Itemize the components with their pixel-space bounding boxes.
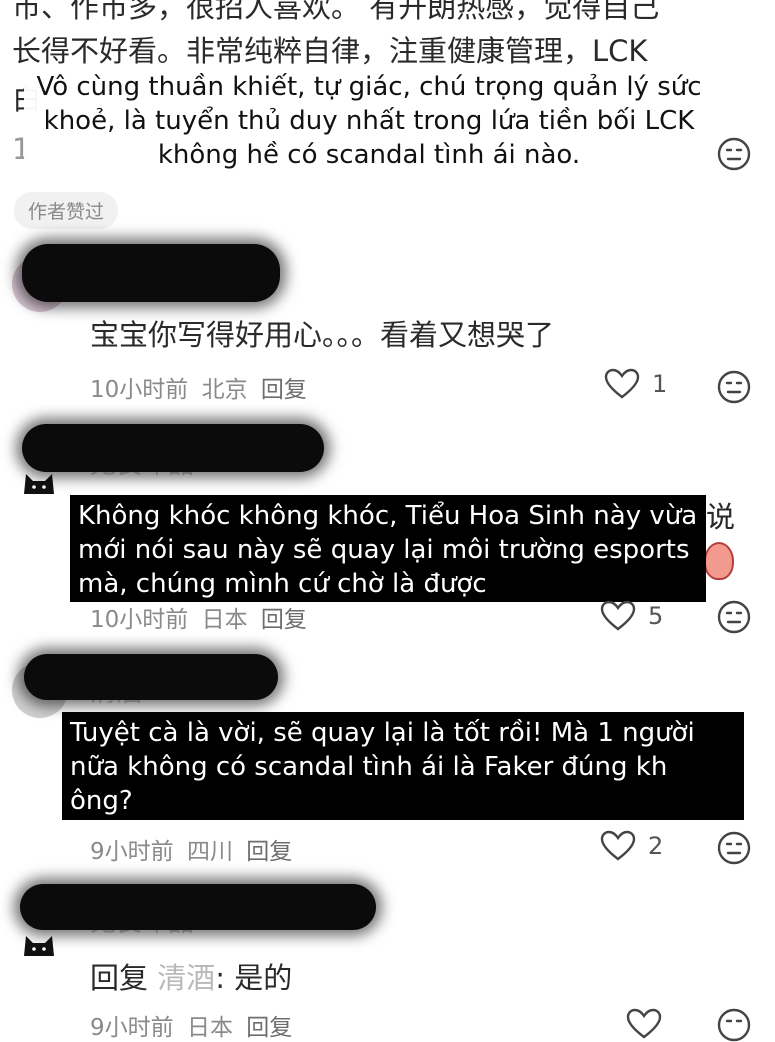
heart-outline-icon [600,600,636,631]
reply-button[interactable]: 回复 [246,1015,292,1041]
post-text-line-1: 市、作市多，很招人喜欢。 有开朗热感，觉得自己 [12,0,660,24]
comment-time: 10小时前 [90,377,189,403]
comment-text: 宝宝你写得好用心。。。看着又想哭了 [90,318,555,352]
comment-meta: 9小时前 日本 回复 [90,1008,298,1042]
redaction-smudge [22,244,280,302]
reply-button[interactable]: 回复 [261,607,307,633]
comment-time: 9小时前 [90,839,174,865]
comment-text: : 是的 [215,961,293,995]
cat-avatar-icon[interactable] [22,470,56,496]
translation-overlay-post: Vô cùng thuần khiết, tự giác, chú trọng … [24,70,714,174]
translation-overlay-comment: Tuyệt cà là vời, sẽ quay lại là tốt rồi!… [62,712,744,820]
redaction-smudge [22,424,324,472]
author-liked-badge: 作者赞过 [14,192,119,229]
redaction-smudge [20,884,376,930]
comment-text-tail: 说 [706,500,736,534]
like-count: 1 [652,370,668,398]
comment-meta: 10小时前 北京 回复 [90,370,313,404]
sticker-icon [704,542,734,580]
reply-line: 回复 清酒: 是的 [90,955,292,997]
like-button[interactable]: 1 [604,368,667,400]
redaction-smudge [24,654,278,700]
comment-location: 四川 [186,839,233,865]
like-button[interactable]: 2 [600,830,663,862]
dislike-face-icon[interactable] [717,600,751,634]
dislike-face-icon[interactable] [717,137,751,171]
comment-location: 日本 [201,607,248,633]
heart-outline-icon [600,830,636,861]
reply-button[interactable]: 回复 [246,839,292,865]
like-count: 5 [648,602,664,630]
like-count: 2 [648,832,664,860]
comment-time: 9小时前 [90,1015,174,1041]
heart-outline-icon[interactable] [626,1008,662,1040]
dislike-face-icon[interactable] [717,831,751,865]
comment-location: 日本 [186,1015,233,1041]
dislike-face-icon[interactable] [717,1008,751,1042]
reply-prefix: 回复 [90,961,149,995]
heart-outline-icon [604,368,640,399]
post-text-line-2: 长得不好看。非常纯粹自律，注重健康管理，LCK [12,34,648,68]
dislike-face-icon[interactable] [717,370,751,404]
reply-button[interactable]: 回复 [261,377,307,403]
comment-time: 10小时前 [90,607,189,633]
like-button[interactable]: 5 [600,600,663,632]
comment-location: 北京 [201,377,248,403]
cat-avatar-icon[interactable] [22,932,56,958]
reply-target-username[interactable]: 清酒 [157,961,215,995]
translation-overlay-comment: Không khóc không khóc, Tiểu Hoa Sinh này… [70,495,706,602]
comment-meta: 10小时前 日本 回复 [90,600,313,634]
comment-meta: 9小时前 四川 回复 [90,832,298,866]
